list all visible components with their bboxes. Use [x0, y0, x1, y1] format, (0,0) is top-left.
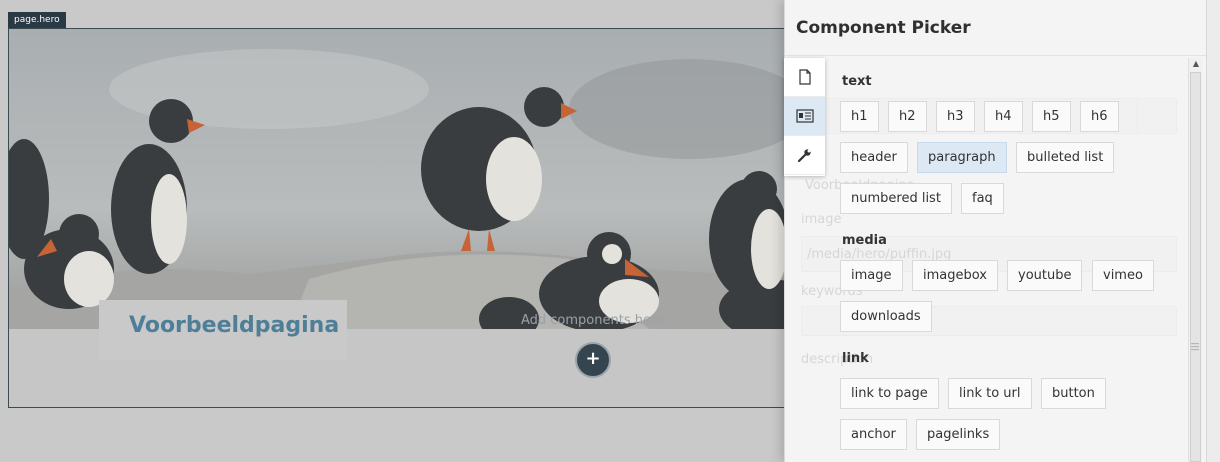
component-button-button[interactable]: button	[1041, 378, 1106, 409]
picker-scrollbar[interactable]: ▲ ― ― ―	[1188, 58, 1202, 462]
component-bulleted-list-button[interactable]: bulleted list	[1016, 142, 1115, 173]
component-imagebox-button[interactable]: imagebox	[912, 260, 998, 291]
component-faq-button[interactable]: faq	[961, 183, 1004, 214]
component-vimeo-button[interactable]: vimeo	[1092, 260, 1154, 291]
component-h1-button[interactable]: h1	[840, 101, 879, 132]
component-youtube-button[interactable]: youtube	[1007, 260, 1083, 291]
add-component-button[interactable]: +	[575, 342, 611, 378]
ghost-image-label: image	[801, 212, 842, 227]
component-image-button[interactable]: image	[840, 260, 903, 291]
wrench-icon	[797, 149, 811, 163]
component-h5-button[interactable]: h5	[1032, 101, 1071, 132]
scroll-up-icon[interactable]: ▲	[1189, 58, 1203, 70]
panel-side-tabs	[784, 58, 825, 176]
document-icon	[798, 69, 811, 85]
id-card-icon	[795, 109, 814, 123]
component-h3-button[interactable]: h3	[936, 101, 975, 132]
component-header-button[interactable]: header	[840, 142, 908, 173]
scroll-grip-icon: ― ― ―	[1191, 339, 1199, 354]
scroll-thumb[interactable]	[1190, 72, 1201, 462]
component-h2-button[interactable]: h2	[888, 101, 927, 132]
component-link-to-url-button[interactable]: link to url	[948, 378, 1032, 409]
tab-components[interactable]	[784, 97, 825, 136]
component-numbered-list-button[interactable]: numbered list	[840, 183, 952, 214]
component-h4-button[interactable]: h4	[984, 101, 1023, 132]
category-label-link: link	[842, 351, 869, 366]
component-paragraph-button[interactable]: paragraph	[917, 142, 1007, 173]
tab-page[interactable]	[784, 58, 825, 97]
hero-image	[9, 29, 807, 329]
ghost-dropdown	[1137, 98, 1177, 134]
component-h6-button[interactable]: h6	[1080, 101, 1119, 132]
component-downloads-button[interactable]: downloads	[840, 301, 932, 332]
hero-tag: page.hero	[8, 12, 66, 28]
tab-settings[interactable]	[784, 136, 825, 175]
panel-divider	[785, 55, 1220, 56]
component-anchor-button[interactable]: anchor	[840, 419, 907, 450]
puffins-photo	[9, 29, 807, 329]
component-link-to-page-button[interactable]: link to page	[840, 378, 939, 409]
category-label-media: media	[842, 233, 887, 248]
hero-section[interactable]: Voorbeeldpagina	[8, 28, 808, 408]
component-pagelinks-button[interactable]: pagelinks	[916, 419, 1001, 450]
category-label-text: text	[842, 74, 872, 89]
window-scrollbar[interactable]	[1206, 0, 1220, 462]
panel-title: Component Picker	[796, 18, 971, 38]
